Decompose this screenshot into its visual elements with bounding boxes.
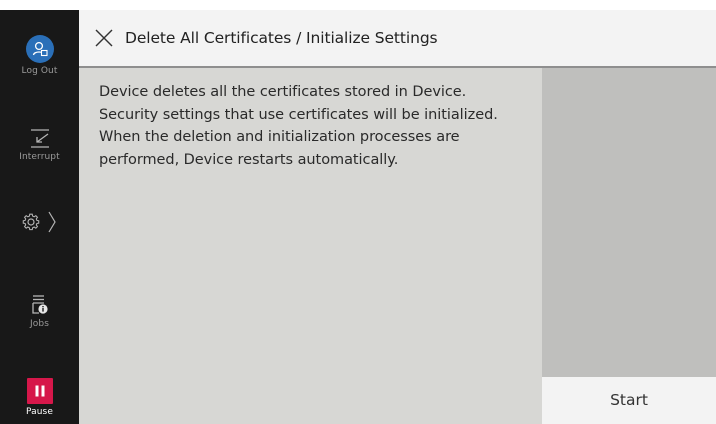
pause-label: Pause [26, 407, 53, 417]
message-line: Security settings that use certificates … [99, 106, 498, 123]
sidebar: Log Out Interrupt Jobs Pause [0, 10, 79, 424]
logout-label: Log Out [21, 66, 58, 76]
page-title: Delete All Certificates / Initialize Set… [125, 29, 438, 47]
jobs-button[interactable]: Jobs [0, 294, 79, 329]
user-logout-icon [25, 35, 54, 63]
interrupt-icon [0, 127, 79, 149]
title-bar: Delete All Certificates / Initialize Set… [79, 10, 716, 68]
message-line: performed, Device restarts automatically… [99, 151, 399, 168]
message-line: When the deletion and initialization pro… [99, 129, 460, 145]
jobs-icon [0, 294, 79, 316]
screen: Log Out Interrupt Jobs Pause Delete All … [0, 10, 716, 424]
pause-button[interactable]: Pause [0, 378, 79, 417]
gear-icon [22, 211, 56, 233]
message-line: Device deletes all the certificates stor… [99, 84, 467, 100]
pause-icon [26, 378, 53, 404]
device-settings-button[interactable] [0, 209, 79, 238]
start-button[interactable]: Start [542, 377, 716, 424]
message-panel: Device deletes all the certificates stor… [79, 68, 542, 424]
logout-button[interactable]: Log Out [0, 35, 79, 76]
jobs-label: Jobs [30, 319, 49, 329]
action-panel [542, 68, 716, 377]
interrupt-label: Interrupt [19, 152, 60, 162]
message-text: Device deletes all the certificates stor… [99, 81, 539, 171]
interrupt-button[interactable]: Interrupt [0, 127, 79, 162]
close-icon[interactable] [94, 28, 114, 48]
chevron-right-icon [47, 211, 56, 233]
